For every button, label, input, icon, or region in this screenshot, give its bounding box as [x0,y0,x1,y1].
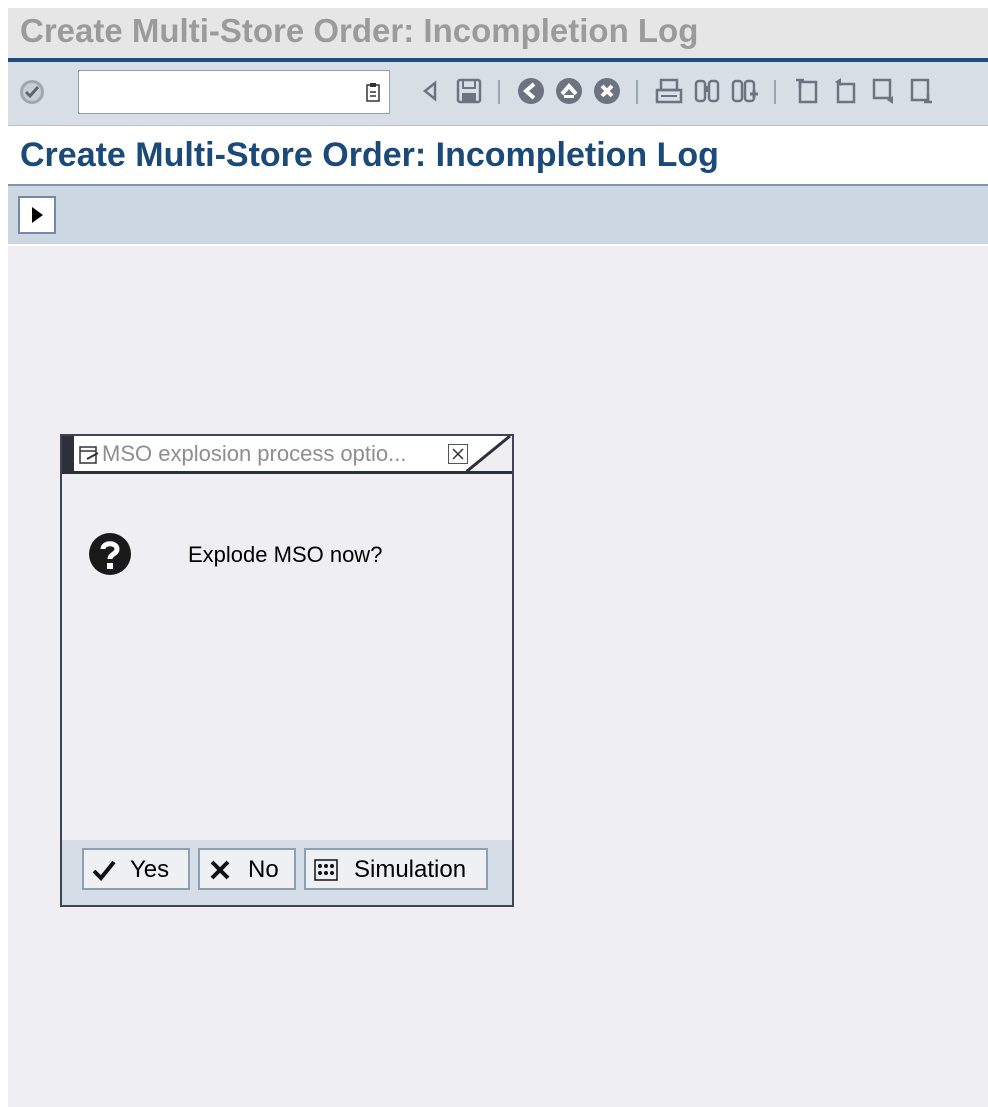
find-next-icon[interactable] [730,76,760,106]
play-arrow-icon [32,207,43,223]
dialog-title-corner [466,436,512,474]
dialog-titlebar: MSO explosion process optio... [62,436,512,474]
yes-button-label: Yes [130,856,170,883]
expand-button[interactable] [18,196,56,234]
application-title-bar: Create Multi-Store Order: Incompletion L… [8,126,988,186]
no-button-label: No [248,856,279,883]
yes-button[interactable]: Yes [82,848,190,890]
cross-icon [210,860,230,880]
print-icon[interactable] [654,76,684,106]
system-toolbar [8,58,988,126]
dialog-close-button[interactable] [448,444,468,464]
exit-icon[interactable] [554,76,584,106]
previous-page-icon[interactable] [830,76,860,106]
close-icon [452,448,464,460]
window-titlebar: Create Multi-Store Order: Incompletion L… [8,8,988,58]
toolbar-separator [774,80,776,104]
command-field[interactable] [78,70,390,114]
cancel-icon[interactable] [592,76,622,106]
dialog-title: MSO explosion process optio... [102,441,407,466]
command-history-icon[interactable] [365,82,381,104]
back-icon[interactable] [516,76,546,106]
window-title: Create Multi-Store Order: Incompletion L… [20,12,699,49]
page-title: Create Multi-Store Order: Incompletion L… [20,136,719,174]
mso-options-dialog: MSO explosion process optio... Explode M… [60,434,514,907]
toolbar-separator [498,80,500,104]
back-arrow-icon[interactable] [416,76,446,106]
save-icon[interactable] [454,76,484,106]
enter-icon[interactable] [18,78,46,106]
checkmark-icon [92,860,116,881]
first-page-icon[interactable] [792,76,822,106]
simulation-icon [314,859,338,881]
toolbar-separator [636,80,638,104]
last-page-icon[interactable] [906,76,936,106]
no-button[interactable]: No [198,848,296,890]
question-icon [89,533,131,575]
dialog-title-underline [62,471,512,474]
dialog-window-icon [79,446,99,464]
sap-window: Create Multi-Store Order: Incompletion L… [8,8,988,1107]
next-page-icon[interactable] [868,76,898,106]
dialog-title-edge [62,436,74,474]
dialog-message: Explode MSO now? [188,542,383,567]
application-toolbar [8,186,988,246]
dialog-button-bar: Yes No Simulation [62,840,512,905]
command-input[interactable] [83,75,357,111]
simulation-button[interactable]: Simulation [304,848,488,890]
simulation-button-label: Simulation [354,856,467,883]
find-icon[interactable] [692,76,722,106]
